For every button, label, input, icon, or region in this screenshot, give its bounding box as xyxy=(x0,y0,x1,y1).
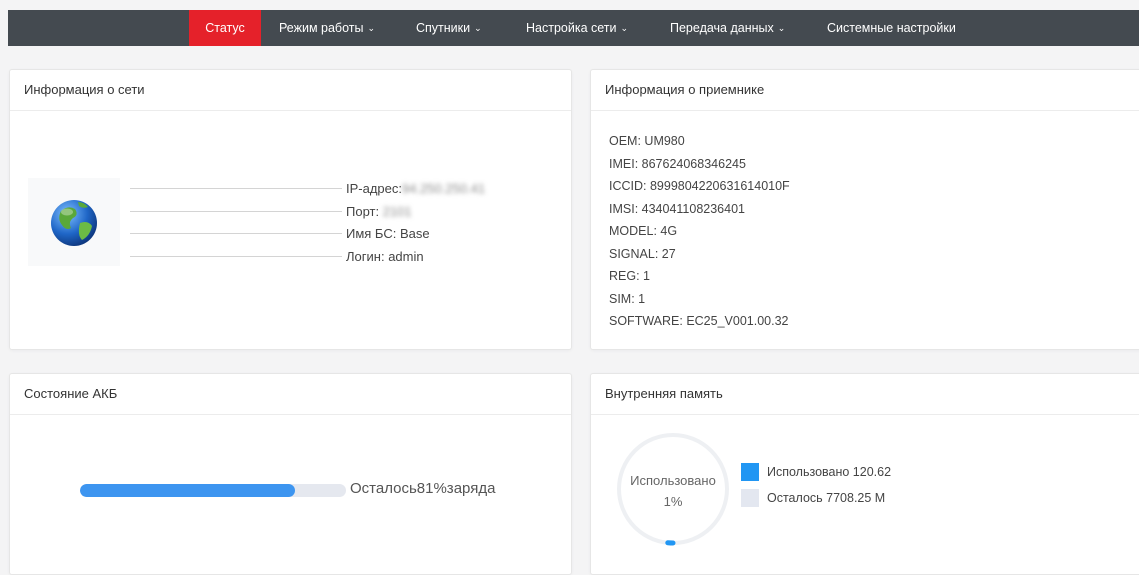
nav-item-label: Спутники xyxy=(416,21,470,35)
chevron-down-icon: ⌄ xyxy=(621,23,629,33)
login-value: admin xyxy=(388,249,423,264)
receiver-reg: REG: 1 xyxy=(609,265,790,288)
nav-item-label: Настройка сети xyxy=(526,21,617,35)
base-station-row: Имя БС: Base xyxy=(346,226,430,241)
battery-progress-bar xyxy=(80,484,346,497)
battery-card: Состояние АКБ Осталось81%заряда xyxy=(9,373,572,575)
login-label: Логин: xyxy=(346,249,385,264)
chevron-down-icon: ⌄ xyxy=(778,23,786,33)
top-navbar: Статус Режим работы ⌄ Спутники ⌄ Настройка… xyxy=(8,10,1139,46)
receiver-model: MODEL: 4G xyxy=(609,220,790,243)
legend-free-label: Осталось 7708.25 M xyxy=(767,491,885,505)
memory-card: Внутренняя память Использовано 1% Исполь… xyxy=(590,373,1139,575)
nav-item-label: Системные настройки xyxy=(827,21,956,35)
leader-line xyxy=(130,256,342,257)
leader-line xyxy=(130,233,342,234)
battery-remaining-label: Осталось81%заряда xyxy=(350,480,495,497)
battery-progress-fill xyxy=(80,484,295,497)
nav-item-satellites[interactable]: Спутники ⌄ xyxy=(416,10,482,46)
receiver-software: SOFTWARE: EC25_V001.00.32 xyxy=(609,310,790,333)
port-row: Порт: 2101 xyxy=(346,204,412,219)
nav-item-label: Передача данных xyxy=(670,21,774,35)
receiver-info-card: Информация о приемнике OEM: UM980 IMEI: … xyxy=(590,69,1139,350)
globe-icon xyxy=(28,178,120,266)
card-title: Внутренняя память xyxy=(591,374,1139,415)
chevron-down-icon: ⌄ xyxy=(474,23,482,33)
ip-address-value: 94.250.250.41 xyxy=(402,181,485,196)
ip-address-label: IP-адрес: xyxy=(346,181,402,196)
nav-item-data-transfer[interactable]: Передача данных ⌄ xyxy=(670,10,785,46)
memory-gauge-label: Использовано 1% xyxy=(613,473,733,509)
card-title: Состояние АКБ xyxy=(10,374,571,415)
nav-item-network-settings[interactable]: Настройка сети ⌄ xyxy=(526,10,628,46)
login-row: Логин: admin xyxy=(346,249,424,264)
receiver-signal: SIGNAL: 27 xyxy=(609,243,790,266)
nav-item-work-mode[interactable]: Режим работы ⌄ xyxy=(279,10,375,46)
nav-item-system-settings[interactable]: Системные настройки xyxy=(827,10,956,46)
receiver-sim: SIM: 1 xyxy=(609,288,790,311)
legend-free-swatch xyxy=(741,489,759,507)
legend-used-swatch xyxy=(741,463,759,481)
nav-item-label: Режим работы xyxy=(279,21,363,35)
legend-used-label: Использовано 120.62 xyxy=(767,465,891,479)
leader-line xyxy=(130,211,342,212)
network-info-card: Информация о сети IP-адрес:94.250.250.41… xyxy=(9,69,572,350)
leader-line xyxy=(130,188,342,189)
card-title: Информация о сети xyxy=(10,70,571,111)
port-value: 2101 xyxy=(383,204,412,219)
nav-item-label: Статус xyxy=(205,21,245,35)
card-title: Информация о приемнике xyxy=(591,70,1139,111)
receiver-oem: OEM: UM980 xyxy=(609,130,790,153)
port-label: Порт: xyxy=(346,204,379,219)
nav-item-status[interactable]: Статус xyxy=(189,10,261,46)
receiver-imei: IMEI: 867624068346245 xyxy=(609,153,790,176)
chevron-down-icon: ⌄ xyxy=(367,23,375,33)
receiver-info-list: OEM: UM980 IMEI: 867624068346245 ICCID: … xyxy=(609,130,790,333)
gauge-used-label: Использовано xyxy=(613,473,733,488)
base-station-value: Base xyxy=(400,226,430,241)
receiver-imsi: IMSI: 434041108236401 xyxy=(609,198,790,221)
gauge-used-percent: 1% xyxy=(613,494,733,509)
ip-address-row: IP-адрес:94.250.250.41 xyxy=(346,181,485,196)
receiver-iccid: ICCID: 8999804220631614010F xyxy=(609,175,790,198)
base-station-label: Имя БС: xyxy=(346,226,396,241)
